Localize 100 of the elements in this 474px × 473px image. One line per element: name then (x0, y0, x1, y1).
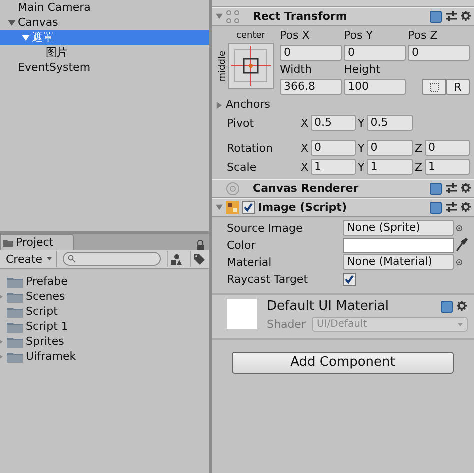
folder-label: Script 1 (26, 320, 68, 333)
caret-down-icon[interactable] (216, 13, 223, 20)
folder-icon (7, 290, 23, 302)
number-field[interactable]: 0.5 (310, 115, 356, 131)
tree-item[interactable]: Main Camera (0, 0, 209, 15)
number-field[interactable]: 0 (344, 45, 406, 61)
gear-icon[interactable] (461, 202, 472, 213)
axis-label: X (301, 116, 309, 130)
enabled-checkbox[interactable] (242, 201, 255, 214)
anchor-vertical-label: middle (218, 50, 228, 82)
number-field[interactable]: 0 (408, 45, 470, 61)
folder-label: Sprites (26, 335, 64, 348)
color-field[interactable] (343, 238, 454, 252)
checkmark-icon (345, 274, 354, 284)
blueprint-mode-button[interactable] (422, 79, 446, 95)
number-field[interactable]: 1 (424, 159, 470, 175)
anchor-presets-button[interactable] (228, 43, 274, 89)
add-component-button[interactable]: Add Component (232, 352, 454, 374)
folder-label: Prefabe (26, 275, 68, 288)
object-field[interactable]: None (Sprite) (343, 220, 454, 236)
checkbox[interactable] (343, 272, 356, 286)
eye-target-icon (226, 182, 240, 196)
folder-item[interactable]: Uiframek (0, 349, 209, 364)
picker-icon[interactable] (456, 224, 463, 232)
filter-type-button[interactable] (167, 251, 184, 267)
axis-label: Y (358, 160, 365, 174)
folder-item[interactable]: Sprites (0, 334, 209, 349)
folder-icon (7, 320, 23, 332)
number-field[interactable]: 1 (310, 159, 356, 175)
field-label: Pos X (280, 29, 311, 43)
anchor-horizontal-label: center (236, 30, 266, 43)
axis-label: X (301, 160, 309, 174)
sliders-icon[interactable] (446, 183, 457, 194)
caret-down-icon[interactable] (8, 18, 16, 26)
axis-label: Y (358, 142, 365, 154)
help-icon[interactable] (430, 202, 442, 214)
project-tab[interactable]: Project (0, 234, 74, 250)
image-icon (226, 201, 239, 214)
lock-icon[interactable] (196, 240, 205, 250)
number-field[interactable]: 0 (366, 140, 413, 156)
picker-icon[interactable] (456, 258, 463, 266)
axis-label: X (301, 142, 309, 154)
gear-icon[interactable] (461, 183, 472, 194)
caret-down-icon (458, 322, 463, 326)
tree-item[interactable]: 图片 (0, 45, 209, 60)
folder-item[interactable]: Script 1 (0, 319, 209, 334)
search-icon (68, 255, 76, 263)
help-icon[interactable] (430, 182, 442, 194)
caret-right-icon[interactable] (216, 102, 223, 108)
search-field[interactable] (62, 252, 161, 266)
tree-item[interactable]: 遮罩 (0, 30, 209, 45)
property-label: Pivot (227, 116, 256, 130)
number-field[interactable]: 1 (366, 159, 413, 175)
number-field[interactable]: 0 (280, 45, 342, 61)
dotted-square-icon (430, 82, 438, 92)
property-label: Source Image (227, 222, 304, 234)
gear-icon[interactable] (461, 11, 472, 22)
folder-label: Scenes (26, 290, 66, 303)
folder-item[interactable]: Scenes (0, 289, 209, 304)
axis-label: Z (415, 160, 423, 174)
folder-icon (7, 306, 23, 318)
rect-transform-icon (226, 10, 240, 24)
caret-down-icon[interactable] (22, 34, 30, 42)
gear-icon[interactable] (457, 301, 468, 312)
number-field[interactable]: 100 (344, 79, 406, 95)
property-label: Scale (227, 160, 258, 174)
field-label: Height (344, 63, 382, 77)
anchors-foldout[interactable]: Anchors (216, 98, 470, 112)
tree-item[interactable]: Canvas (0, 15, 209, 30)
folder-item[interactable]: Script (0, 304, 209, 319)
help-icon[interactable] (441, 300, 453, 312)
component-header[interactable]: Image (Script) (212, 198, 474, 217)
caret-down-icon[interactable] (216, 204, 223, 211)
property-label: Material (227, 256, 273, 268)
checkmark-icon (244, 203, 253, 212)
folder-icon (7, 336, 23, 348)
tree-item[interactable]: EventSystem (0, 60, 209, 75)
eyedropper-icon[interactable] (456, 238, 468, 252)
object-field[interactable]: None (Material) (343, 254, 454, 270)
sliders-icon[interactable] (446, 11, 457, 22)
number-field[interactable]: 366.8 (280, 79, 342, 95)
raw-edit-button[interactable]: R (446, 79, 470, 95)
folder-label: Script (26, 305, 58, 318)
sliders-icon[interactable] (446, 202, 457, 213)
component-header[interactable]: Rect Transform (212, 7, 474, 26)
component-header[interactable]: Canvas Renderer (212, 179, 474, 198)
component-title: Canvas Renderer (252, 182, 360, 195)
filter-label-button[interactable] (190, 251, 207, 267)
help-icon[interactable] (430, 10, 442, 22)
folder-item[interactable]: Prefabe (0, 274, 209, 289)
axis-label: Z (415, 142, 423, 154)
folder-icon (3, 238, 13, 246)
caret-down-icon (46, 257, 52, 261)
material-name: Default UI Material (267, 299, 389, 314)
number-field[interactable]: 0 (424, 140, 470, 156)
axis-label: Y (358, 116, 365, 130)
property-label: Color (227, 238, 257, 252)
number-field[interactable]: 0.5 (366, 115, 413, 131)
field-label: Pos Y (344, 29, 374, 43)
number-field[interactable]: 0 (310, 140, 356, 156)
